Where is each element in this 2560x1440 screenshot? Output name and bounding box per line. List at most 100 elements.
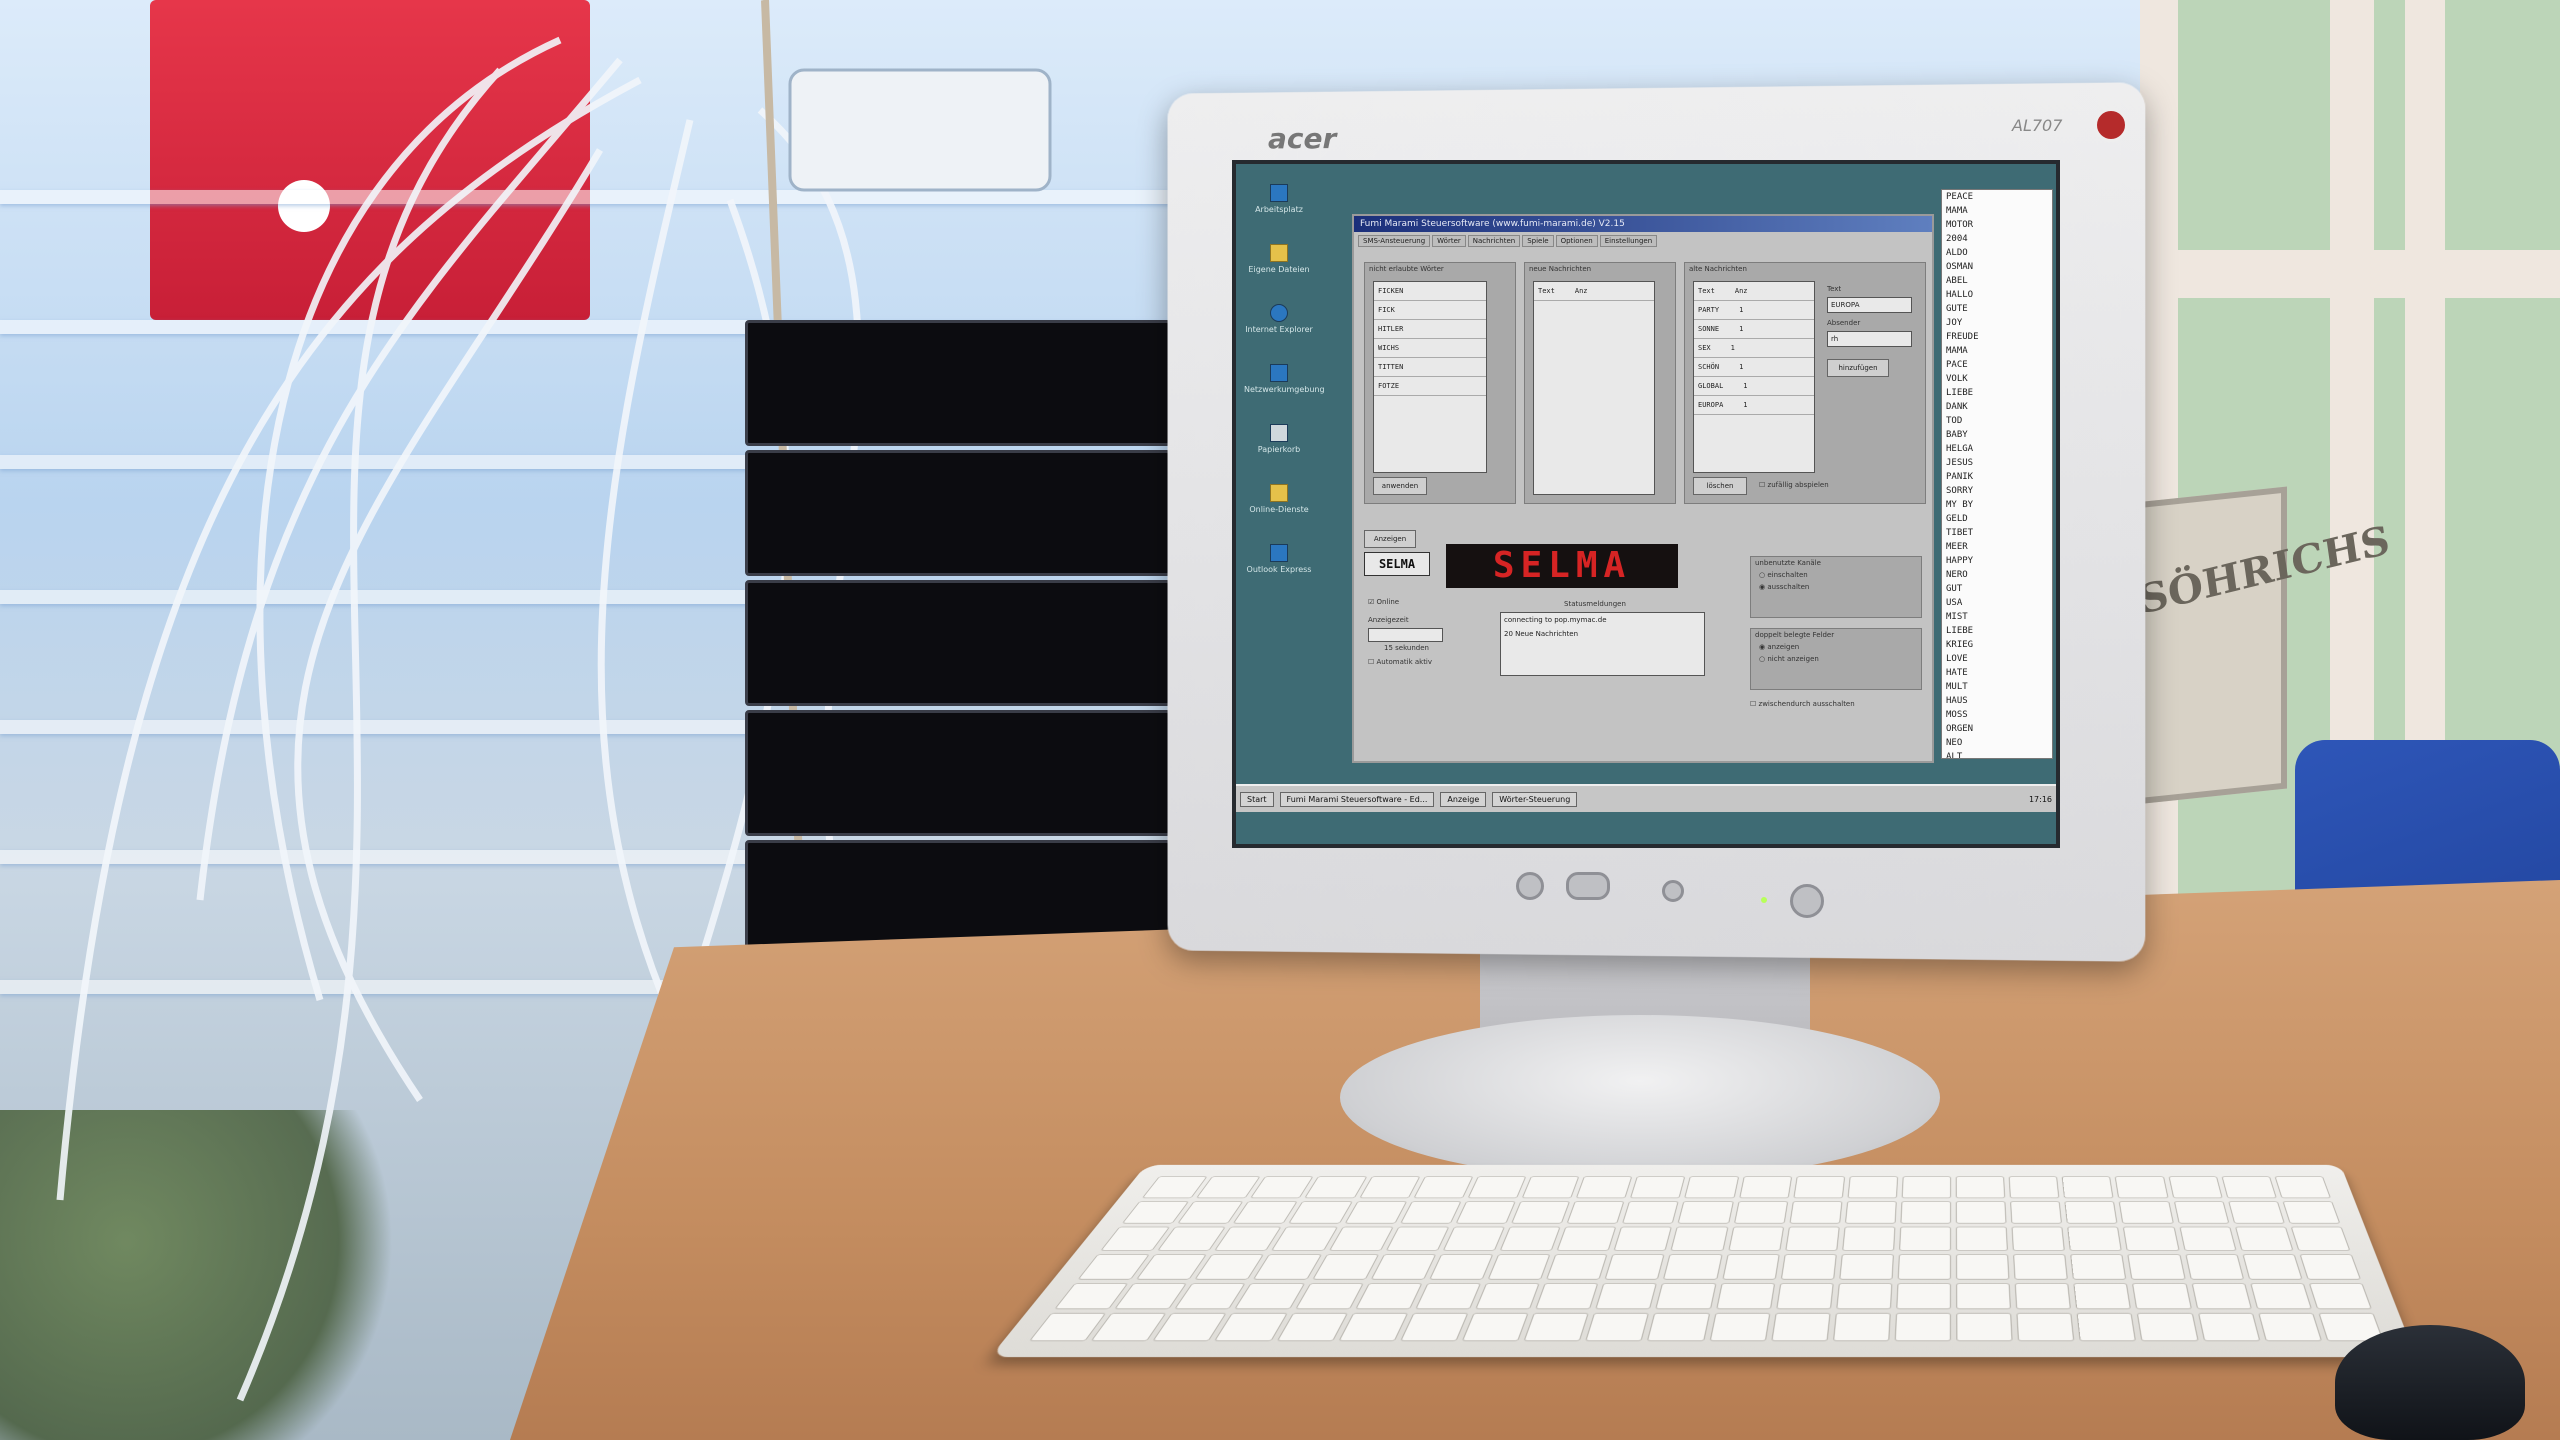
wordlist-item[interactable]: 2004	[1942, 232, 2052, 246]
desktop-icon-computer[interactable]: Arbeitsplatz	[1244, 184, 1314, 214]
display-time-slider[interactable]	[1368, 628, 1443, 642]
wordlist-item[interactable]: HAPPY	[1942, 554, 2052, 568]
list-item[interactable]: HITLER	[1374, 320, 1486, 339]
wordlist-item[interactable]: ORGEN	[1942, 722, 2052, 736]
blocked-words-list[interactable]: FICKEN FICK HITLER WICHS TITTEN FOTZE	[1373, 281, 1487, 473]
table-row[interactable]: SCHÖN 1	[1694, 358, 1814, 377]
table-row[interactable]: SEX 1	[1694, 339, 1814, 358]
wordlist-item[interactable]: ALDO	[1942, 246, 2052, 260]
keyboard-key	[1839, 1254, 1894, 1280]
tab-games[interactable]: Spiele	[1522, 235, 1554, 247]
apply-button[interactable]: anwenden	[1373, 477, 1427, 495]
wordlist-item[interactable]: KRIEG	[1942, 638, 2052, 652]
wordlist-item[interactable]: GUT	[1942, 582, 2052, 596]
wordlist-item[interactable]: JESUS	[1942, 456, 2052, 470]
monitor-adjust-button[interactable]	[1566, 872, 1610, 900]
desktop-icon-online[interactable]: Online-Dienste	[1244, 484, 1314, 514]
table-row[interactable]: SONNE 1	[1694, 320, 1814, 339]
wordlist-item[interactable]: OSMAN	[1942, 260, 2052, 274]
auto-checkbox[interactable]: ☐ Automatik aktiv	[1368, 658, 1432, 666]
power-button[interactable]	[1790, 884, 1824, 918]
radio-on[interactable]: ○ einschalten	[1751, 569, 1921, 581]
wordlist-item[interactable]: LOVE	[1942, 652, 2052, 666]
text-field[interactable]: EUROPA	[1827, 297, 1912, 313]
list-item[interactable]: FICKEN	[1374, 282, 1486, 301]
wordlist-item[interactable]: PEACE	[1942, 190, 2052, 204]
start-button[interactable]: Start	[1240, 791, 1274, 807]
tab-sms[interactable]: SMS-Ansteuerung	[1358, 235, 1431, 247]
alternate-checkbox[interactable]: ☐ zwischendurch ausschalten	[1750, 700, 1855, 708]
wordlist-item[interactable]: LIEBE	[1942, 386, 2052, 400]
desktop-icon-trash[interactable]: Papierkorb	[1244, 424, 1314, 454]
wordlist-item[interactable]: ALT	[1942, 750, 2052, 758]
tab-settings[interactable]: Einstellungen	[1599, 235, 1658, 247]
wordlist-item[interactable]: MOSS	[1942, 708, 2052, 722]
radio-hide[interactable]: ○ nicht anzeigen	[1751, 653, 1921, 665]
keyboard-key	[1844, 1200, 1897, 1224]
tab-options[interactable]: Optionen	[1555, 235, 1598, 247]
radio-show[interactable]: ◉ anzeigen	[1751, 641, 1921, 653]
wordlist-item[interactable]: PANIK	[1942, 470, 2052, 484]
wordlist-item[interactable]: MOTOR	[1942, 218, 2052, 232]
sender-field[interactable]: rh	[1827, 331, 1912, 347]
wordlist-item[interactable]: TIBET	[1942, 526, 2052, 540]
wordlist-item[interactable]: ABEL	[1942, 274, 2052, 288]
desktop-icon-documents[interactable]: Eigene Dateien	[1244, 244, 1314, 274]
online-checkbox[interactable]: ☑ Online	[1368, 598, 1399, 606]
wordlist-item[interactable]: LIEBE	[1942, 624, 2052, 638]
desktop-icon-outlook[interactable]: Outlook Express	[1244, 544, 1314, 574]
old-messages-list[interactable]: Text Anz PARTY 1 SONNE 1 SEX 1 SCHÖN 1 GLOBAL…	[1693, 281, 1815, 473]
taskbar-item[interactable]: Wörter-Steuerung	[1492, 791, 1578, 807]
wordlist-item[interactable]: GELD	[1942, 512, 2052, 526]
wordlist-item[interactable]: HAUS	[1942, 694, 2052, 708]
wordlist-item[interactable]: MIST	[1942, 610, 2052, 624]
list-item[interactable]: TITTEN	[1374, 358, 1486, 377]
taskbar-item[interactable]: Anzeige	[1440, 791, 1487, 807]
wordlist-item[interactable]: FREUDE	[1942, 330, 2052, 344]
keyboard-key	[2257, 1313, 2322, 1342]
wordlist-item[interactable]: HALLO	[1942, 288, 2052, 302]
random-checkbox[interactable]: ☐ zufällig abspielen	[1759, 481, 1829, 489]
list-item[interactable]: WICHS	[1374, 339, 1486, 358]
list-item[interactable]: FICK	[1374, 301, 1486, 320]
new-messages-list[interactable]: Text Anz	[1533, 281, 1655, 495]
monitor-auto-button[interactable]	[1662, 880, 1684, 902]
keyboard-key	[2282, 1200, 2341, 1224]
wordlist-item[interactable]: JOY	[1942, 316, 2052, 330]
wordlist-item[interactable]: VOLK	[1942, 372, 2052, 386]
wordlist-item[interactable]: NEO	[1942, 736, 2052, 750]
wordlist-item[interactable]: NERO	[1942, 568, 2052, 582]
tab-words[interactable]: Wörter	[1432, 235, 1466, 247]
delete-button[interactable]: löschen	[1693, 477, 1747, 495]
wordlist-item[interactable]: HELGA	[1942, 442, 2052, 456]
display-button[interactable]: Anzeigen	[1364, 530, 1416, 548]
keyboard-key	[2132, 1282, 2192, 1310]
wordlist-item[interactable]: GUTE	[1942, 302, 2052, 316]
wordlist-item[interactable]: MULT	[1942, 680, 2052, 694]
table-row[interactable]: PARTY 1	[1694, 301, 1814, 320]
radio-off[interactable]: ◉ ausschalten	[1751, 581, 1921, 593]
tab-messages[interactable]: Nachrichten	[1467, 235, 1521, 247]
wordlist-item[interactable]: SORRY	[1942, 484, 2052, 498]
wordlist-item[interactable]: MAMA	[1942, 344, 2052, 358]
wordlist-item[interactable]: DANK	[1942, 400, 2052, 414]
wordlist-item[interactable]: PACE	[1942, 358, 2052, 372]
wordlist-item[interactable]: USA	[1942, 596, 2052, 610]
wordlist-item[interactable]: BABY	[1942, 428, 2052, 442]
desktop-icon-network[interactable]: Netzwerkumgebung	[1244, 364, 1325, 394]
wordlist-item[interactable]: MAMA	[1942, 204, 2052, 218]
app-titlebar[interactable]: Fumi Marami Steuersoftware (www.fumi-mar…	[1354, 216, 1932, 232]
taskbar-item[interactable]: Fumi Marami Steuersoftware - Ed...	[1279, 791, 1435, 807]
wordlist-item[interactable]: MEER	[1942, 540, 2052, 554]
wordlist-item[interactable]: MY BY	[1942, 498, 2052, 512]
table-row[interactable]: GLOBAL 1	[1694, 377, 1814, 396]
list-item[interactable]: FOTZE	[1374, 377, 1486, 396]
table-row[interactable]: EUROPA 1	[1694, 396, 1814, 415]
wordlist-window[interactable]: PEACE MAMA MOTOR 2004 ALDO OSMAN ABEL HALLO GUTE…	[1941, 189, 2053, 759]
add-button[interactable]: hinzufügen	[1827, 359, 1889, 377]
wordlist-item[interactable]: HATE	[1942, 666, 2052, 680]
desktop-icon-ie[interactable]: Internet Explorer	[1244, 304, 1314, 334]
monitor-menu-button[interactable]	[1516, 872, 1544, 900]
keyboard-key	[1312, 1254, 1379, 1280]
wordlist-item[interactable]: TOD	[1942, 414, 2052, 428]
